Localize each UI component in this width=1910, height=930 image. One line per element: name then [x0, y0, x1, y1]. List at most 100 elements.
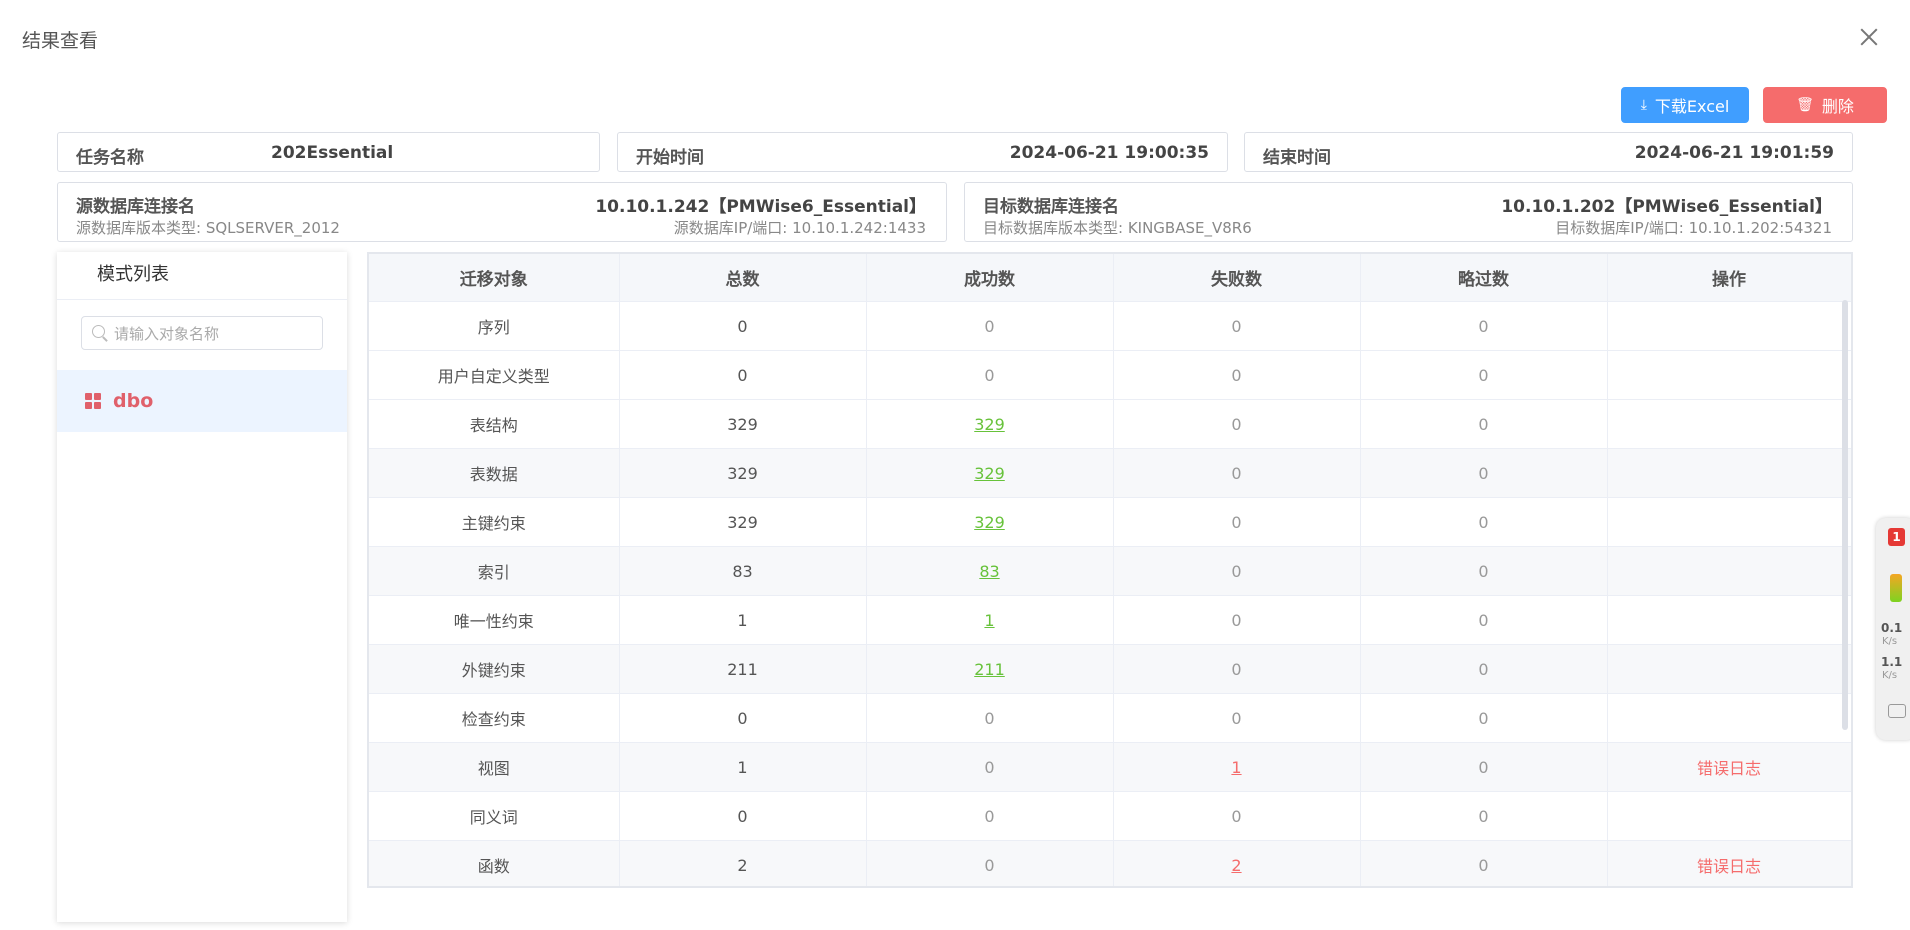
upload-unit: K/s: [1882, 636, 1898, 647]
source-db-ip: 源数据库IP/端口: 10.10.1.242:1433: [673, 219, 926, 237]
col-header-skipped: 略过数: [1360, 254, 1608, 302]
table-header-row: 迁移对象 总数 成功数 失败数 略过数 操作: [369, 254, 1851, 302]
cell-failed: 0: [1113, 448, 1361, 498]
source-db-value: 10.10.1.242【PMWise6_Essential】: [595, 197, 926, 217]
table-row: 表数据 329 329 0 0: [369, 448, 1851, 498]
table-scrollbar[interactable]: [1842, 300, 1848, 730]
cell-total: 1: [619, 595, 867, 645]
cell-action: [1607, 497, 1851, 547]
result-table: 迁移对象 总数 成功数 失败数 略过数 操作 序列 0 0 0 0 用户自定义类型 0 0 0 0…: [367, 252, 1853, 888]
cell-skipped: 0: [1360, 791, 1608, 841]
cell-total: 211: [619, 644, 867, 694]
cell-object: 外键约束: [369, 644, 620, 694]
cell-success: 211: [866, 644, 1114, 694]
cell-success: 0: [866, 791, 1114, 841]
table-row: 主键约束 329 329 0 0: [369, 497, 1851, 547]
cell-action: [1607, 350, 1851, 400]
start-time-box: 开始时间 2024-06-21 19:00:35: [617, 132, 1228, 172]
cell-skipped: 0: [1360, 693, 1608, 743]
cell-total: 329: [619, 399, 867, 449]
failed-count-link[interactable]: 1: [1231, 758, 1241, 777]
end-time-value: 2024-06-21 19:01:59: [1634, 143, 1834, 163]
target-db-label: 目标数据库连接名: [983, 197, 1119, 217]
end-time-label: 结束时间: [1263, 148, 1331, 168]
cell-success: 1: [866, 595, 1114, 645]
cell-total: 329: [619, 448, 867, 498]
schema-sidebar: 模式列表 dbo: [57, 252, 347, 922]
success-count-link[interactable]: 329: [974, 513, 1005, 532]
cell-action: 错误日志: [1607, 840, 1851, 886]
table-row: 同义词 0 0 0 0: [369, 791, 1851, 841]
sidebar-title: 模式列表: [57, 252, 347, 300]
cell-skipped: 0: [1360, 546, 1608, 596]
target-db-version: 目标数据库版本类型: KINGBASE_V8R6: [983, 219, 1252, 237]
dialog-title: 结果查看: [22, 30, 99, 52]
source-db-version: 源数据库版本类型: SQLSERVER_2012: [76, 219, 340, 237]
success-count-link[interactable]: 329: [974, 415, 1005, 434]
download-excel-button[interactable]: ⤓ 下载Excel: [1621, 87, 1749, 123]
cell-failed: 0: [1113, 350, 1361, 400]
cell-object: 视图: [369, 742, 620, 792]
cell-total: 2: [619, 840, 867, 886]
cell-total: 0: [619, 350, 867, 400]
camera-icon[interactable]: [1888, 704, 1906, 718]
cell-object: 用户自定义类型: [369, 350, 620, 400]
network-widget[interactable]: 1 0.1 K/s 1.1 K/s: [1876, 518, 1910, 740]
cell-success: 83: [866, 546, 1114, 596]
cell-object: 序列: [369, 301, 620, 351]
table-row: 表结构 329 329 0 0: [369, 399, 1851, 449]
cell-failed: 0: [1113, 595, 1361, 645]
error-log-link[interactable]: 错误日志: [1697, 857, 1761, 876]
cell-failed: 0: [1113, 644, 1361, 694]
cell-total: 329: [619, 497, 867, 547]
table-row: 序列 0 0 0 0: [369, 301, 1851, 351]
table-row: 检查约束 0 0 0 0: [369, 693, 1851, 743]
cell-object: 主键约束: [369, 497, 620, 547]
cell-action: [1607, 791, 1851, 841]
source-db-label: 源数据库连接名: [76, 197, 195, 217]
cell-failed: 0: [1113, 791, 1361, 841]
shield-badge-icon[interactable]: 1: [1888, 528, 1905, 546]
col-header-failed: 失败数: [1113, 254, 1361, 302]
trash-icon: 🗑: [1796, 97, 1814, 113]
search-input[interactable]: [112, 317, 321, 351]
failed-count-link[interactable]: 2: [1231, 856, 1241, 875]
cell-object: 检查约束: [369, 693, 620, 743]
success-count-link[interactable]: 329: [974, 464, 1005, 483]
cell-object: 表结构: [369, 399, 620, 449]
cell-failed: 0: [1113, 399, 1361, 449]
cell-success: 329: [866, 399, 1114, 449]
task-name-value: 202Essential: [271, 143, 394, 163]
cell-object: 唯一性约束: [369, 595, 620, 645]
download-unit: K/s: [1882, 670, 1898, 681]
cell-skipped: 0: [1360, 644, 1608, 694]
cell-action: [1607, 301, 1851, 351]
success-count-link[interactable]: 211: [974, 660, 1005, 679]
success-count-link[interactable]: 83: [979, 562, 999, 581]
start-time-value: 2024-06-21 19:00:35: [1009, 143, 1209, 163]
delete-button[interactable]: 🗑 删除: [1763, 87, 1887, 123]
cell-skipped: 0: [1360, 399, 1608, 449]
cell-action: 错误日志: [1607, 742, 1851, 792]
cell-skipped: 0: [1360, 448, 1608, 498]
cell-skipped: 0: [1360, 742, 1608, 792]
cell-success: 329: [866, 497, 1114, 547]
table-row: 外键约束 211 211 0 0: [369, 644, 1851, 694]
error-log-link[interactable]: 错误日志: [1697, 759, 1761, 778]
close-icon[interactable]: [1856, 24, 1882, 50]
col-header-action: 操作: [1607, 254, 1851, 302]
success-count-link[interactable]: 1: [984, 611, 994, 630]
cell-success: 0: [866, 301, 1114, 351]
memory-bar-icon: [1890, 574, 1902, 602]
col-header-object: 迁移对象: [369, 254, 620, 302]
delete-label: 删除: [1821, 97, 1854, 116]
task-name-label: 任务名称: [76, 148, 144, 168]
schema-item-dbo[interactable]: dbo: [57, 370, 347, 432]
cell-skipped: 0: [1360, 595, 1608, 645]
cell-success: 0: [866, 742, 1114, 792]
cell-object: 索引: [369, 546, 620, 596]
col-header-total: 总数: [619, 254, 867, 302]
target-db-ip: 目标数据库IP/端口: 10.10.1.202:54321: [1555, 219, 1832, 237]
table-row: 视图 1 0 1 0 错误日志: [369, 742, 1851, 792]
cell-success: 329: [866, 448, 1114, 498]
